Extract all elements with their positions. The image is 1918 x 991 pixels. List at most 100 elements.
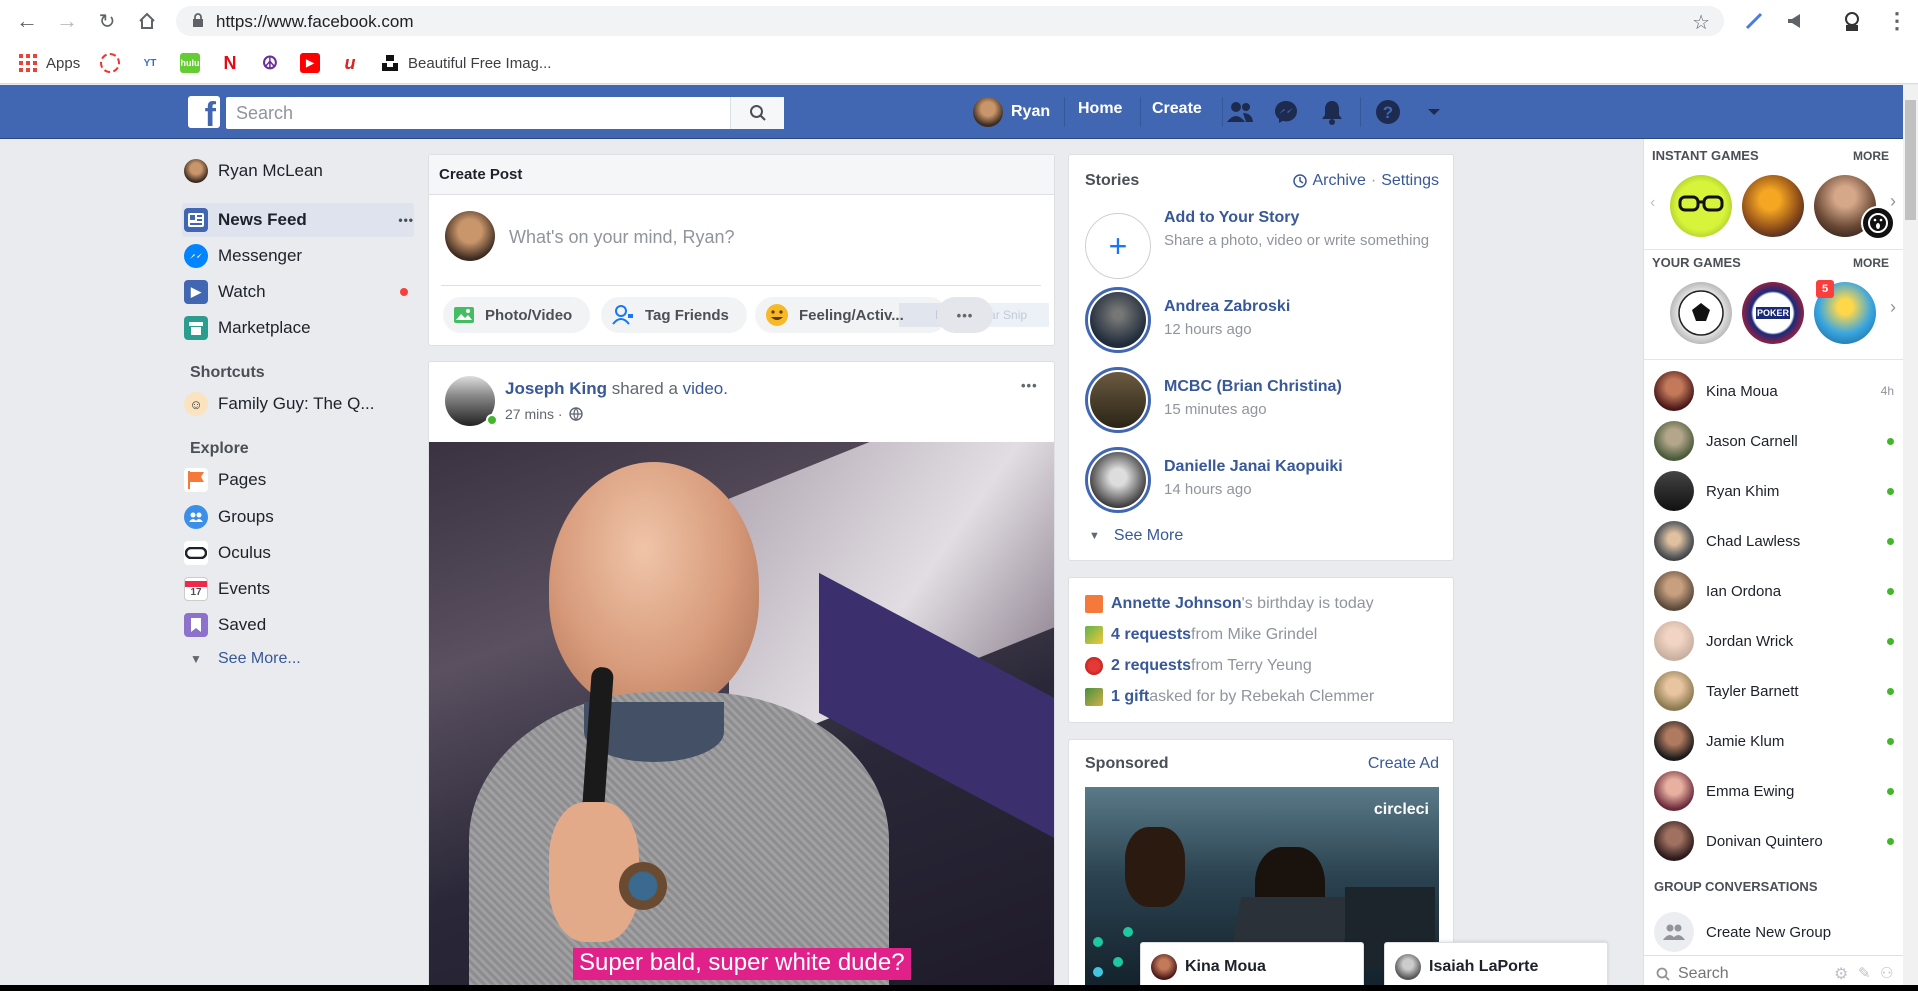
contact-item[interactable]: Emma Ewing <box>1654 766 1894 816</box>
photo-video-button[interactable]: Photo/Video <box>443 297 591 333</box>
notice-birthday[interactable]: Annette Johnson's birthday is today <box>1085 595 1374 613</box>
create-new-group[interactable]: Create New Group <box>1654 907 1894 957</box>
messenger-icon[interactable] <box>1272 98 1300 126</box>
chat-tab-isaiah-laporte[interactable]: Isaiah LaPorte <box>1384 942 1608 991</box>
explore-oculus[interactable]: Oculus <box>184 536 414 570</box>
home-link[interactable]: Home <box>1078 100 1122 118</box>
game-icon[interactable] <box>1670 175 1732 237</box>
story-item[interactable]: Danielle Janai Kaopuiki 14 hours ago <box>1164 458 1343 498</box>
contact-name: Tayler Barnett <box>1706 682 1799 700</box>
bookmark-hulu[interactable]: hulu <box>180 51 200 75</box>
scrollbar-thumb[interactable] <box>1905 100 1916 220</box>
settings-link[interactable]: Settings <box>1381 172 1439 190</box>
contact-item[interactable]: Jason Carnell <box>1654 416 1894 466</box>
instant-games-more[interactable]: MORE <box>1853 149 1889 163</box>
divider <box>1360 97 1361 127</box>
chevron-right-icon[interactable]: › <box>1890 191 1896 212</box>
page-scrollbar[interactable] <box>1903 85 1918 991</box>
forward-icon[interactable]: → <box>54 8 80 34</box>
account-dropdown-icon[interactable] <box>1420 98 1448 126</box>
reload-icon[interactable]: ↻ <box>94 8 120 34</box>
post-object-link[interactable]: video. <box>683 379 728 398</box>
notice-gift[interactable]: 1 gift asked for by Rebekah Clemmer <box>1085 688 1374 706</box>
left-nav-profile[interactable]: Ryan McLean <box>184 154 414 188</box>
bookmark-unsplash[interactable]: Beautiful Free Imag... <box>380 51 551 75</box>
contact-item[interactable]: Donivan Quintero <box>1654 816 1894 866</box>
story-item[interactable]: Andrea Zabroski 12 hours ago <box>1164 298 1290 338</box>
chat-search-input[interactable] <box>1678 962 1818 986</box>
friend-requests-icon[interactable] <box>1226 98 1254 126</box>
search-button[interactable] <box>730 97 784 129</box>
explore-groups[interactable]: Groups <box>184 500 414 534</box>
notice-requests[interactable]: 2 requests from Terry Yeung <box>1085 657 1312 675</box>
star-icon[interactable]: ☆ <box>1692 10 1710 35</box>
post-time[interactable]: 27 mins · <box>505 406 563 422</box>
add-story-plus-icon[interactable]: + <box>1085 213 1151 279</box>
profile-extension-icon[interactable] <box>1840 9 1864 33</box>
create-ad-link[interactable]: Create Ad <box>1368 755 1439 773</box>
contact-item[interactable]: Jamie Klum <box>1654 716 1894 766</box>
chat-tab-kina-moua[interactable]: Kina Moua <box>1140 942 1364 991</box>
contact-item[interactable]: Ian Ordona <box>1654 566 1894 616</box>
your-games-more[interactable]: MORE <box>1853 256 1889 270</box>
explore-events[interactable]: 17 Events <box>184 572 414 606</box>
left-nav-marketplace[interactable]: Marketplace <box>184 311 414 345</box>
soccer-game-icon[interactable] <box>1670 282 1732 344</box>
contact-item[interactable]: Kina Moua 4h <box>1654 366 1894 416</box>
gear-icon[interactable]: ⚙ <box>1834 964 1848 984</box>
contact-item[interactable]: Ryan Khim <box>1654 466 1894 516</box>
pen-extension-icon[interactable] <box>1742 9 1766 33</box>
profile-link[interactable]: Ryan <box>973 97 1050 127</box>
compose-icon[interactable]: ✎ <box>1858 964 1871 982</box>
explore-saved[interactable]: Saved <box>184 608 414 642</box>
explore-see-more[interactable]: ▼ See More... <box>184 642 414 676</box>
more-options-icon[interactable]: ••• <box>398 213 414 227</box>
tag-friends-button[interactable]: Tag Friends <box>601 297 747 333</box>
contact-item[interactable]: Jordan Wrick <box>1654 616 1894 666</box>
home-icon[interactable] <box>134 8 160 34</box>
story-item[interactable]: MCBC (Brian Christina) 15 minutes ago <box>1164 378 1342 418</box>
search-input[interactable] <box>226 97 784 129</box>
story-ring[interactable] <box>1085 367 1151 433</box>
menu-kebab-icon[interactable]: ⋮ <box>1886 8 1908 34</box>
instant-games-heading: INSTANT GAMES <box>1652 148 1759 163</box>
bookmark-youtube[interactable]: ▶ <box>300 51 320 75</box>
notifications-bell-icon[interactable] <box>1318 98 1346 126</box>
facebook-logo-icon[interactable]: f <box>188 96 220 128</box>
bookmark-opera[interactable] <box>100 51 120 75</box>
notice-requests[interactable]: 4 requests from Mike Grindel <box>1085 626 1317 644</box>
explore-pages[interactable]: Pages <box>184 463 414 497</box>
bookmark-u[interactable]: u <box>340 51 360 75</box>
post-video[interactable]: Super bald, super white dude? <box>429 442 1054 990</box>
address-bar[interactable]: https://www.facebook.com ☆ <box>176 6 1724 36</box>
left-nav-messenger[interactable]: Messenger <box>184 239 414 273</box>
archive-link[interactable]: Archive <box>1313 172 1366 190</box>
add-group-icon[interactable]: ⚇ <box>1880 964 1893 982</box>
back-icon[interactable]: ← <box>14 8 40 34</box>
story-ring[interactable] <box>1085 447 1151 513</box>
story-name: Danielle Janai Kaopuiki <box>1164 458 1343 475</box>
bookmark-ytmp3[interactable]: YT <box>140 51 160 75</box>
shortcut-family-guy[interactable]: ☺ Family Guy: The Q... <box>184 387 384 421</box>
post-composer-input[interactable]: What's on your mind, Ryan? <box>509 227 735 248</box>
help-icon[interactable]: ? <box>1374 98 1402 126</box>
add-to-story[interactable]: Add to Your Story Share a photo, video o… <box>1164 209 1434 251</box>
chevron-right-icon[interactable]: › <box>1890 297 1896 318</box>
bookmark-netflix[interactable]: N <box>220 51 240 75</box>
bookmark-apps[interactable]: Apps <box>18 51 80 75</box>
megaphone-extension-icon[interactable] <box>1784 9 1808 33</box>
story-ring[interactable] <box>1085 287 1151 353</box>
left-nav-watch[interactable]: ▶ Watch <box>184 275 414 309</box>
game-icon[interactable] <box>1742 175 1804 237</box>
poker-game-icon[interactable]: POKER <box>1742 282 1804 344</box>
post-author-link[interactable]: Joseph King <box>505 379 607 398</box>
bookmark-peace[interactable]: ☮ <box>260 51 280 75</box>
contact-item[interactable]: Chad Lawless <box>1654 516 1894 566</box>
more-actions-button[interactable]: ••• <box>937 297 993 333</box>
create-link[interactable]: Create <box>1152 100 1202 118</box>
stories-see-more[interactable]: ▼ See More <box>1089 527 1183 545</box>
left-nav-news-feed[interactable]: News Feed ••• <box>184 203 414 237</box>
chevron-left-icon[interactable]: ‹ <box>1650 194 1655 212</box>
post-options-icon[interactable]: ••• <box>1021 378 1038 393</box>
contact-item[interactable]: Tayler Barnett <box>1654 666 1894 716</box>
